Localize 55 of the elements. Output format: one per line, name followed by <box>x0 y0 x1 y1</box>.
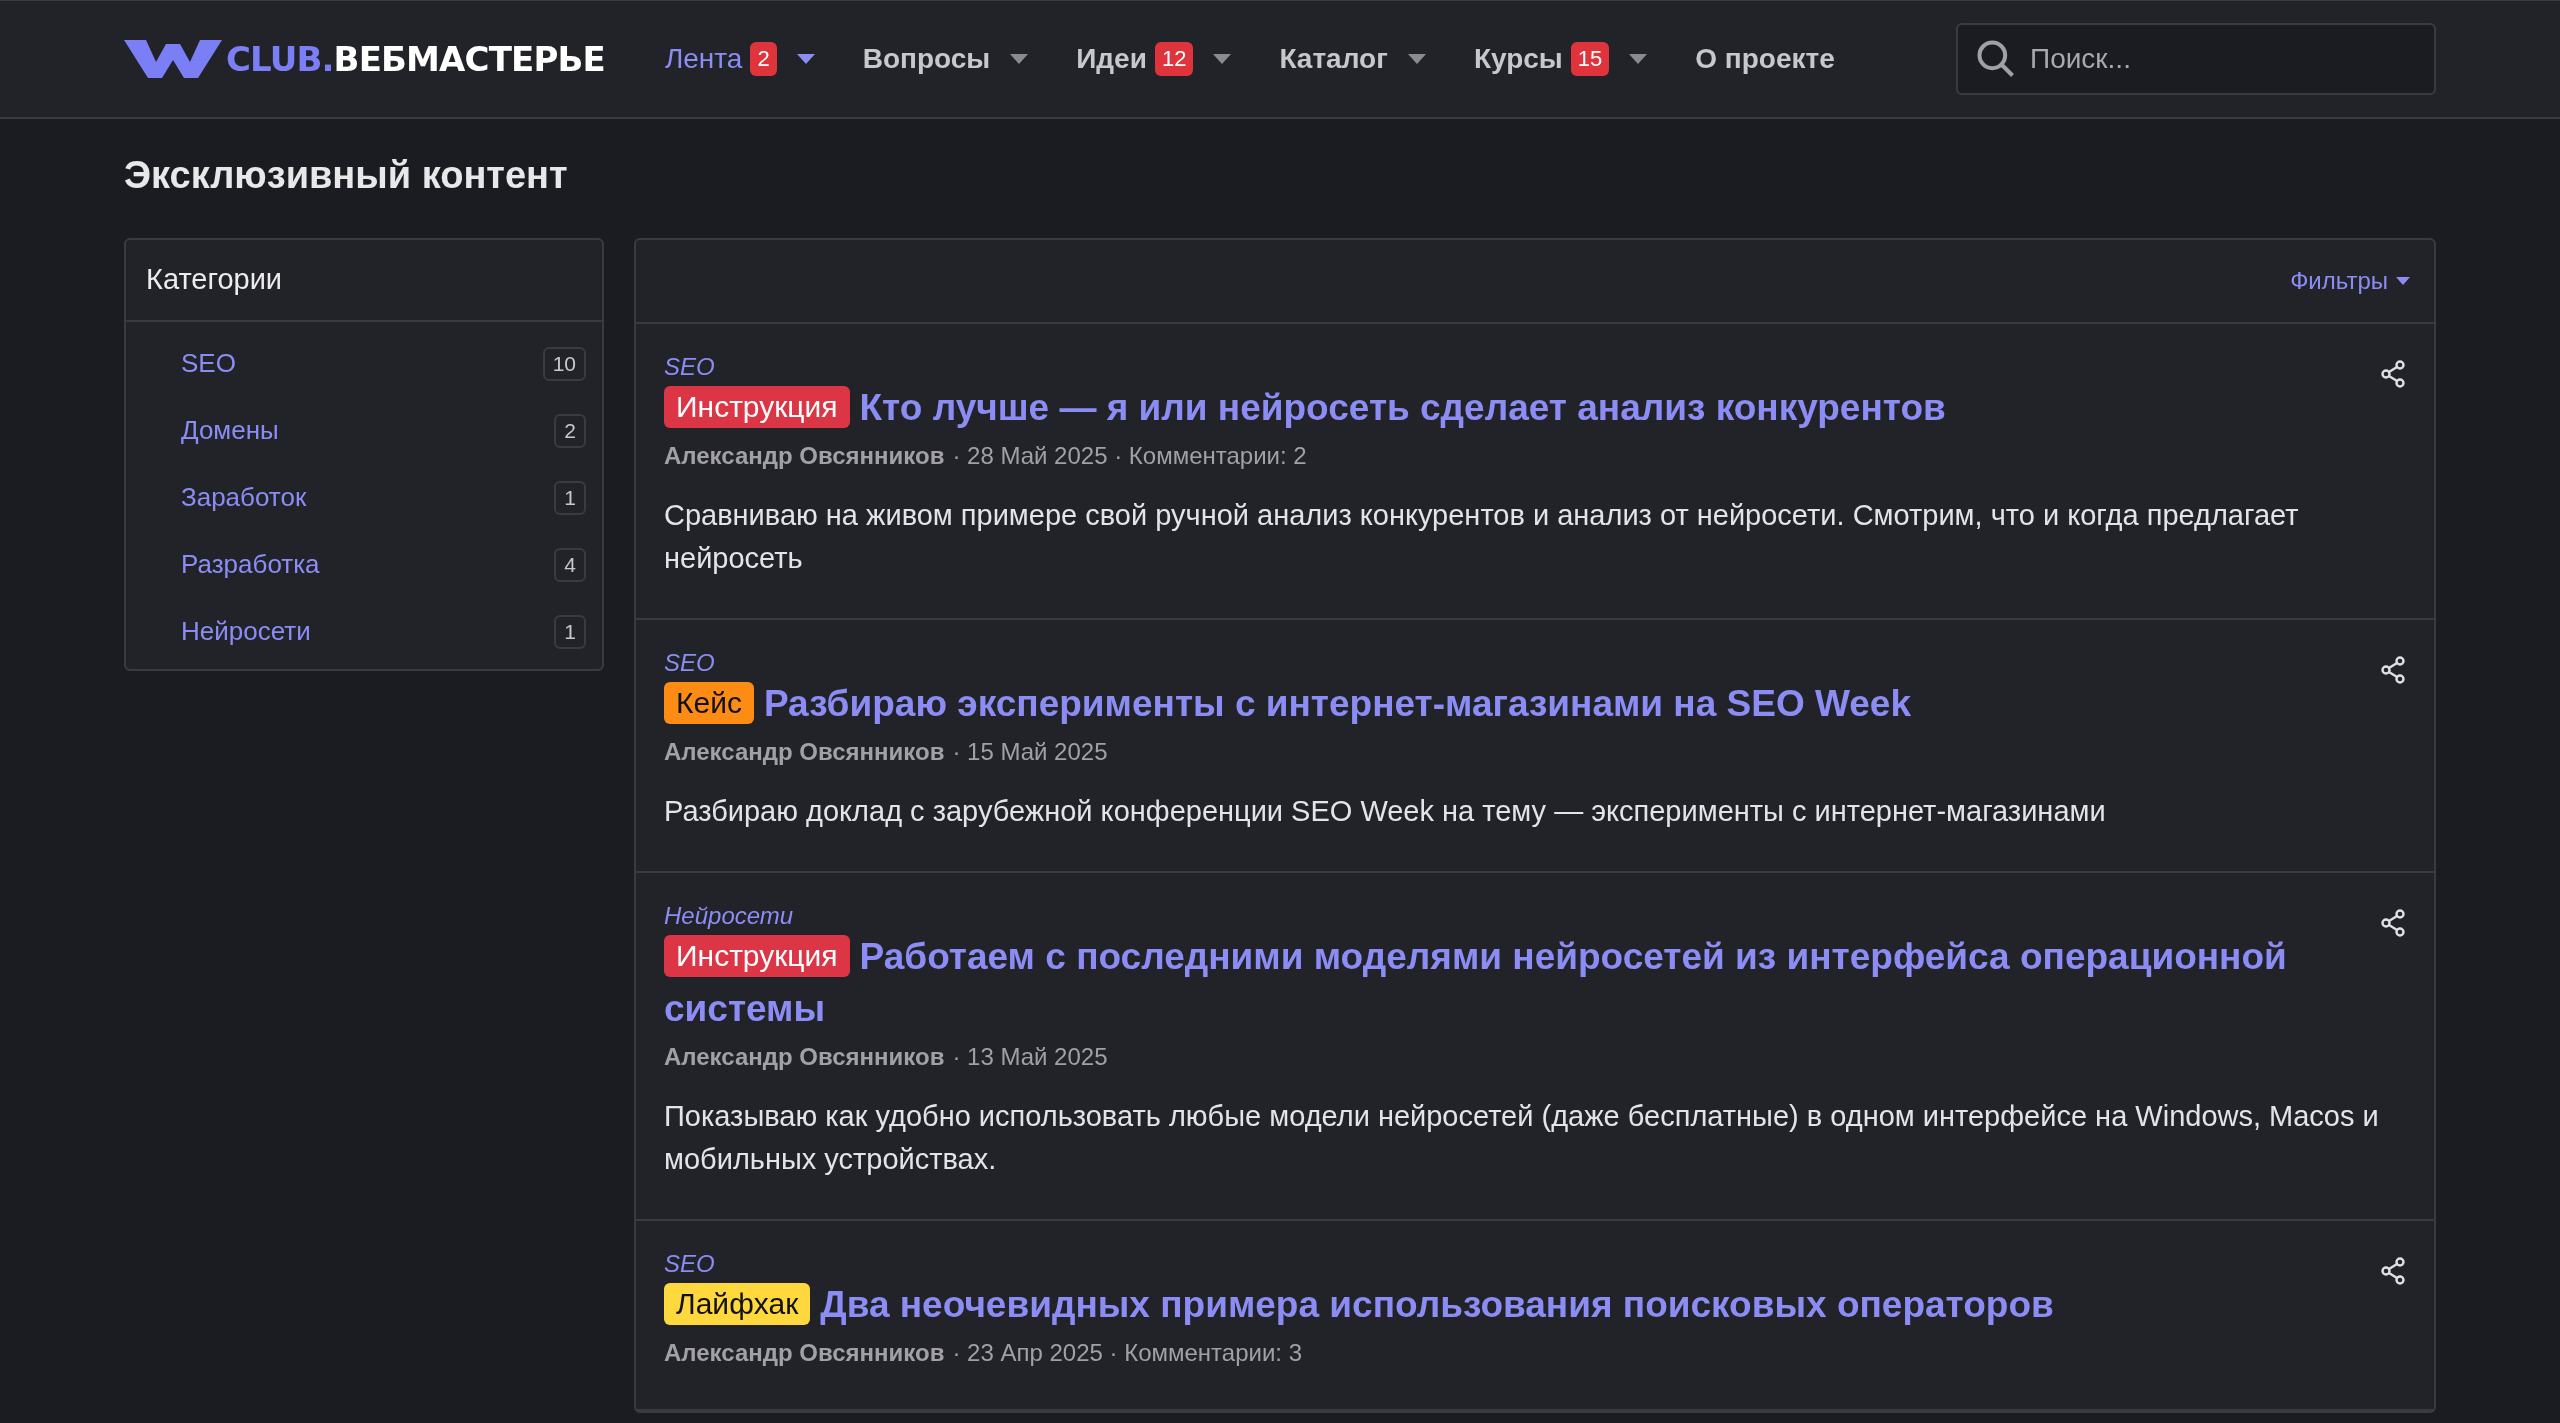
site-logo[interactable]: CLUB.ВЕБМАСТЕРЬЕ <box>124 33 605 85</box>
post-meta: · 13 Май 2025 <box>952 1042 1108 1072</box>
author-link[interactable]: Александр Овсянников <box>664 734 945 770</box>
logo-text: CLUB.ВЕБМАСТЕРЬЕ <box>226 37 605 81</box>
post-meta: · 15 Май 2025 <box>952 737 1108 767</box>
category-link[interactable]: SEO <box>181 344 236 383</box>
share-icon[interactable] <box>2380 360 2406 388</box>
count-badge: 2 <box>554 413 586 448</box>
filters-dropdown[interactable]: Фильтры <box>2290 263 2410 299</box>
count-badge: 4 <box>554 547 586 582</box>
post-excerpt: Показываю как удобно использовать любые модели нейросетей (даже бесплатные) в одном интерфейсе на Windows, Macos и мобильных устройствах. <box>664 1099 2380 1177</box>
share-icon[interactable] <box>2380 909 2406 937</box>
panel-title: Категории <box>126 240 602 322</box>
category-link[interactable]: SEO <box>664 1249 2406 1279</box>
category-link[interactable]: Нейросети <box>664 901 2406 931</box>
author-link[interactable]: Александр Овсянников <box>664 1039 945 1075</box>
post-title-link[interactable]: Инструкция Кто лучше — я или нейросеть сделает анализ конкурентов <box>664 382 2356 434</box>
nav-link[interactable]: Курсы 15 <box>1473 38 1648 80</box>
category-link[interactable]: SEO <box>664 352 2406 382</box>
post-title-link[interactable]: Лайфхак Два неочевидных примера использования поисковых операторов <box>664 1279 2356 1331</box>
post-excerpt: Сравниваю на живом примере свой ручной анализ конкурентов и анализ от нейросети. Смотрим, что и когда предлагает нейросеть <box>664 498 2300 576</box>
count-badge: 15 <box>1570 42 1610 76</box>
nav-link[interactable]: Вопросы <box>862 38 1029 80</box>
caret-icon <box>2396 276 2410 286</box>
post-tag: Инструкция <box>664 386 850 428</box>
nav-link[interactable]: О проекте <box>1695 38 1835 80</box>
post-meta: · 28 Май 2025 · Комментарии: 2 <box>952 441 1307 471</box>
author-link[interactable]: Александр Овсянников <box>664 1335 945 1371</box>
category-link[interactable]: Нейросети <box>181 612 311 651</box>
post-tag: Кейс <box>664 682 754 724</box>
post-meta: · 23 Апр 2025 · Комментарии: 3 <box>952 1338 1302 1368</box>
search-field[interactable]: Поиск... <box>1956 23 2436 95</box>
nav-link[interactable]: Идеи 12 <box>1076 38 1232 80</box>
post-tag: Инструкция <box>664 935 850 977</box>
search-input: Поиск... <box>2030 38 2418 80</box>
share-icon[interactable] <box>2380 1257 2406 1285</box>
nav-link[interactable]: Каталог <box>1279 38 1426 80</box>
category-link[interactable]: Домены <box>181 411 279 450</box>
post-title-link[interactable]: Инструкция Работаем с последними моделями нейросетей из интерфейса операционной системы <box>664 931 2356 1035</box>
author-link[interactable]: Александр Овсянников <box>664 438 945 474</box>
post-tag: Лайфхак <box>664 1283 811 1325</box>
count-badge: 12 <box>1154 42 1194 76</box>
page-title: Эксклюзивный контент <box>124 153 569 198</box>
category-link[interactable]: Разработка <box>181 545 320 584</box>
post-title-link[interactable]: Кейс Разбираю эксперименты с интернет-магазинами на SEO Week <box>664 678 2356 730</box>
category-link[interactable]: Заработок <box>181 478 307 517</box>
share-icon[interactable] <box>2380 656 2406 684</box>
category-link[interactable]: SEO <box>664 648 2406 678</box>
post-excerpt: Разбираю доклад с зарубежной конференции SEO Week на тему — эксперименты с интернет-магазинами <box>664 794 2107 829</box>
count-badge: 1 <box>554 480 586 515</box>
count-badge: 1 <box>554 614 586 649</box>
logo-mark-icon <box>124 38 222 80</box>
count-badge: 10 <box>542 346 586 381</box>
nav-link[interactable]: Лента 2 <box>664 38 815 80</box>
count-badge: 2 <box>750 42 777 76</box>
